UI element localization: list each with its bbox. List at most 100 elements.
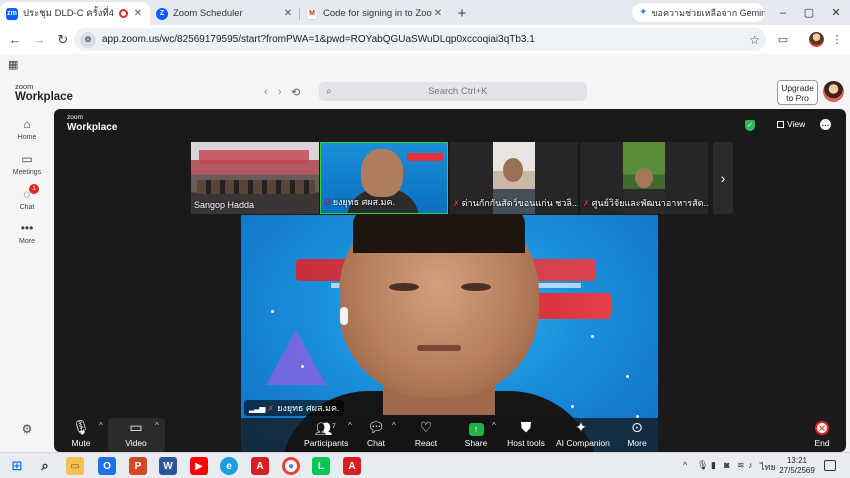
end-meeting-button[interactable]: ✕ End (809, 419, 835, 452)
tab-gmail[interactable]: M Code for signing in to Zoom - s ✕ (300, 2, 450, 25)
acrobat-icon[interactable]: A (251, 457, 269, 475)
url-field[interactable]: ⚙ app.zoom.us/wc/82569179595/start?fromP… (74, 28, 766, 51)
mute-button[interactable]: 🎙︎ Mute (66, 419, 96, 452)
speaker-icon[interactable]: ♪ (748, 460, 753, 470)
wifi-icon[interactable]: ≋ (737, 460, 745, 471)
participant-name: ยงยุทธ ศผส.มค. (332, 197, 396, 207)
earbud (340, 307, 348, 325)
settings-gear-icon[interactable]: ⚙ (0, 422, 54, 436)
end-call-icon: ✕ (815, 421, 829, 435)
participant-tile[interactable]: ✗ ศูนย์วิจัยและพัฒนาอาหารสัต... (580, 142, 708, 214)
ellipsis-icon: ⊙ (631, 419, 643, 435)
left-rail: ⌂ Home ▭ Meetings ◌ 1 Chat ••• More ⚙ (0, 109, 54, 452)
youtube-icon[interactable]: ▶ (190, 457, 208, 475)
user-avatar[interactable] (823, 81, 844, 102)
zoom-search-input[interactable]: ⌕ Search Ctrl+K (319, 82, 587, 101)
new-tab-button[interactable]: + (450, 2, 474, 25)
rail-item-home[interactable]: ⌂ Home (0, 117, 54, 141)
rail-item-chat[interactable]: ◌ 1 Chat (0, 184, 54, 211)
minimize-button[interactable]: – (769, 0, 797, 25)
back-button[interactable]: ← (3, 28, 27, 52)
rail-item-more[interactable]: ••• More (0, 221, 54, 245)
video-button[interactable]: ▭ Video (121, 419, 151, 452)
gemini-button[interactable]: ✦ ขอความช่วยเหลือจาก Gemini (632, 3, 765, 22)
history-back-icon[interactable]: ‹ (264, 86, 268, 98)
close-icon[interactable]: ✕ (282, 8, 294, 19)
reload-button[interactable]: ↻ (51, 28, 75, 52)
windows-taskbar: ⊞ ⌕ ▭ O P W ▶ e A ● L A ^ 🎙︎ ▮ ◙ ≋ ♪ ไทย… (0, 452, 850, 478)
forward-button[interactable]: → (27, 28, 51, 52)
powerpoint-icon[interactable]: P (129, 457, 147, 475)
chat-button[interactable]: 💬︎ Chat (362, 419, 390, 452)
participants-button[interactable]: 👥︎7 Participants (304, 419, 348, 452)
share-caret-icon[interactable]: ^ (492, 421, 496, 430)
arrow-right-icon: → (32, 32, 46, 47)
tray-chevron-icon[interactable]: ^ (683, 460, 687, 470)
encryption-shield-icon[interactable]: ✓ (745, 120, 755, 131)
next-page-button[interactable]: › (713, 142, 733, 214)
acrobat-icon[interactable]: A (343, 457, 361, 475)
tab-title: ประชุม DLD-C ครั้งที่4 _27 พ.ค. (23, 8, 115, 19)
word-icon[interactable]: W (159, 457, 177, 475)
microphone-icon: 🎙︎ (72, 419, 90, 435)
meeting-info-icon[interactable]: … (820, 119, 831, 130)
signal-bars-icon: ▂▃▅ (249, 403, 266, 413)
chrome-icon[interactable]: ● (282, 457, 300, 475)
participant-name: ด่านกักกันสัตว์ขอนแก่น ชวลิ... (461, 198, 578, 208)
file-explorer-icon[interactable]: ▭ (66, 457, 84, 475)
profile-button[interactable] (805, 25, 827, 54)
line-icon[interactable]: L (312, 457, 330, 475)
rail-item-meetings[interactable]: ▭ Meetings (0, 152, 54, 176)
video-camera-icon: ▭ (21, 152, 33, 166)
zoom-workplace-logo: zoom Workplace (15, 82, 73, 103)
mic-tray-icon[interactable]: 🎙︎ (697, 460, 708, 471)
apps-grid-icon[interactable]: ▦ (8, 58, 18, 71)
more-button[interactable]: ⊙ More (623, 419, 651, 452)
share-button[interactable]: ↑ Share (462, 419, 490, 452)
gemini-label: ขอความช่วยเหลือจาก Gemini (651, 7, 765, 18)
history-forward-icon[interactable]: › (278, 86, 282, 98)
view-button[interactable]: View (777, 119, 805, 129)
browser-menu-icon[interactable]: ⋮ (826, 25, 848, 54)
close-icon[interactable]: ✕ (432, 8, 444, 19)
ai-companion-button[interactable]: ✦ AI Companion (556, 419, 610, 452)
close-window-button[interactable]: ✕ (822, 0, 850, 25)
participant-tile[interactable]: Sangop Hadda (191, 142, 319, 214)
edge-icon[interactable]: e (220, 457, 238, 475)
search-icon[interactable]: ⌕ (36, 457, 54, 475)
mic-muted-icon: ✗ (267, 403, 275, 413)
notification-icon[interactable] (824, 460, 836, 471)
upgrade-to-pro-button[interactable]: Upgrade to Pro (777, 80, 818, 105)
site-info-icon[interactable]: ⚙ (80, 31, 96, 48)
camera-tray-icon[interactable]: ◙ (724, 460, 729, 470)
react-button[interactable]: ♡ React (412, 419, 440, 452)
participants-icon: 👥︎ (314, 420, 333, 437)
participant-name: ศูนย์วิจัยและพัฒนาอาหารสัต... (591, 198, 708, 208)
shield-icon: ⛊ (520, 419, 532, 435)
chat-caret-icon[interactable]: ^ (392, 421, 396, 430)
chat-bubble-icon: 💬︎ (367, 419, 385, 435)
maximize-button[interactable]: ▢ (795, 0, 823, 25)
speaker-video: ▂▃▅ ✗ ยงยุทธ ศผส.มค. (241, 215, 658, 452)
history-clock-icon[interactable]: ⟲ (291, 86, 300, 99)
language-indicator[interactable]: ไทย (760, 460, 776, 474)
close-icon[interactable]: ✕ (132, 8, 144, 19)
host-tools-button[interactable]: ⛊ Host tools (506, 419, 546, 452)
taskbar-clock[interactable]: 13:21 27/5/2569 (779, 456, 815, 476)
zoom-favicon-icon: Z (156, 7, 168, 20)
more-icon: ••• (20, 221, 34, 235)
audio-options-caret-icon[interactable]: ^ (99, 421, 103, 430)
meeting-zoom-logo: zoom Workplace (67, 114, 118, 133)
windows-start-icon[interactable]: ⊞ (8, 457, 26, 475)
outlook-icon[interactable]: O (98, 457, 116, 475)
participant-tile-active[interactable]: ✗ ยงยุทธ ศผส.มค. (320, 142, 448, 214)
battery-icon[interactable]: ▮ (711, 460, 716, 471)
participants-caret-icon[interactable]: ^ (348, 421, 352, 430)
cast-icon[interactable]: ▭ (772, 25, 794, 54)
bookmark-star-icon[interactable]: ☆ (749, 33, 760, 47)
participant-tile[interactable]: ✗ ด่านกักกันสัตว์ขอนแก่น ชวลิ... (450, 142, 578, 214)
video-options-caret-icon[interactable]: ^ (155, 421, 159, 430)
grid-view-icon (777, 121, 784, 128)
tab-zoom-scheduler[interactable]: Z Zoom Scheduler ✕ (150, 2, 300, 25)
tab-meeting[interactable]: zm ประชุม DLD-C ครั้งที่4 _27 พ.ค. ✕ (0, 2, 150, 25)
